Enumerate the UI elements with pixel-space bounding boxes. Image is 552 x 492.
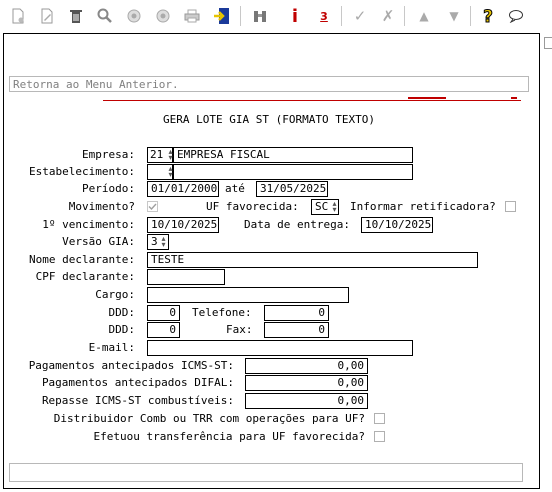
header-mark [408, 97, 446, 99]
fax-input[interactable]: 0 [264, 322, 329, 338]
distribuidor-checkbox[interactable] [374, 413, 385, 424]
tools-icon[interactable]: ✗ [378, 6, 398, 26]
transferencia-label: Efetuou transferência para UF favorecida… [93, 430, 365, 443]
toolbar: i 3 ✓ ✗ ▲ ▼ ? [0, 0, 552, 32]
window-checkbox[interactable] [544, 37, 552, 49]
vencimento-input[interactable]: 10/10/2025 [147, 217, 219, 233]
movimento-checkbox[interactable] [147, 201, 158, 212]
ddd-input[interactable]: 0 [147, 305, 180, 321]
email-label: E-mail: [88, 341, 135, 354]
binoculars-icon[interactable] [250, 6, 270, 26]
exit-icon[interactable] [212, 6, 232, 26]
nome-declarante-label: Nome declarante: [29, 253, 135, 266]
up-arrow-icon[interactable]: ▲ [414, 6, 434, 26]
pag-difal-input[interactable]: 0,00 [245, 375, 368, 391]
fax-ddd-label: DDD: [108, 323, 136, 336]
header-mark [511, 97, 517, 99]
informar-retificadora-checkbox[interactable] [505, 201, 516, 212]
periodo-sep-label: até [225, 182, 245, 195]
data-entrega-input[interactable]: 10/10/2025 [361, 217, 433, 233]
vencimento-label: 1º vencimento: [42, 218, 135, 231]
sum-icon[interactable]: 3 [314, 6, 334, 26]
toolbar-separator [240, 6, 241, 26]
nome-declarante-input[interactable]: TESTE [147, 252, 478, 268]
svg-text:?: ? [483, 7, 493, 25]
chat-icon[interactable] [506, 6, 526, 26]
ddd-label: DDD: [108, 306, 136, 319]
edit-icon[interactable] [37, 6, 57, 26]
estabelecimento-label: Estabelecimento: [29, 165, 135, 178]
toolbar-separator [470, 6, 471, 26]
cpf-declarante-input[interactable] [147, 269, 225, 285]
next-icon[interactable] [153, 6, 173, 26]
fax-ddd-input[interactable]: 0 [147, 322, 180, 338]
fax-label: Fax: [226, 323, 253, 336]
distribuidor-label: Distribuidor Comb ou TRR com operações p… [53, 412, 365, 425]
print-icon[interactable] [182, 6, 202, 26]
form-title: GERA LOTE GIA ST (FORMATO TEXTO) [163, 113, 375, 126]
header-rule [103, 100, 521, 101]
transferencia-checkbox[interactable] [374, 431, 385, 442]
check-icon[interactable]: ✓ [350, 6, 370, 26]
data-entrega-label: Data de entrega: [244, 218, 350, 231]
status-bar [9, 463, 523, 482]
repasse-label: Repasse ICMS-ST combustíveis: [41, 394, 234, 407]
empresa-name-input[interactable]: EMPRESA FISCAL [173, 147, 413, 163]
pag-icms-st-input[interactable]: 0,00 [245, 358, 368, 374]
message-bar: Retorna ao Menu Anterior. [9, 76, 529, 92]
periodo-from-input[interactable]: 01/01/2000 [147, 181, 219, 197]
telefone-label: Telefone: [192, 306, 252, 319]
repasse-input[interactable]: 0,00 [245, 393, 368, 409]
cargo-input[interactable] [147, 287, 349, 303]
uf-favorecida-label: UF favorecida: [206, 200, 299, 213]
previous-icon[interactable] [124, 6, 144, 26]
pag-icms-st-label: Pagamentos antecipados ICMS-ST: [28, 359, 234, 372]
new-document-icon[interactable] [8, 6, 28, 26]
email-input[interactable] [147, 340, 413, 356]
periodo-to-input[interactable]: 31/05/2025 [256, 181, 328, 197]
versao-gia-label: Versão GIA: [62, 235, 135, 248]
periodo-label: Período: [82, 182, 135, 195]
movimento-label: Movimento? [68, 200, 135, 213]
estabelecimento-name-input[interactable] [173, 164, 413, 180]
telefone-input[interactable]: 0 [264, 305, 329, 321]
toolbar-separator [404, 6, 405, 26]
cargo-label: Cargo: [95, 288, 135, 301]
informar-retificadora-label: Informar retificadora? [350, 200, 496, 213]
versao-gia-spinner-icon[interactable]: ▴ ▾ [160, 235, 167, 249]
uf-favorecida-spinner-icon[interactable]: ▴ ▾ [331, 200, 338, 214]
toolbar-separator [341, 6, 342, 26]
search-icon[interactable] [95, 6, 115, 26]
trash-icon[interactable] [66, 6, 86, 26]
cpf-declarante-label: CPF declarante: [35, 270, 135, 283]
help-icon[interactable]: ? [478, 6, 498, 26]
info-icon[interactable]: i [285, 6, 305, 27]
pag-difal-label: Pagamentos antecipados DIFAL: [41, 376, 234, 389]
down-arrow-icon[interactable]: ▼ [444, 6, 464, 26]
empresa-label: Empresa: [82, 148, 135, 161]
